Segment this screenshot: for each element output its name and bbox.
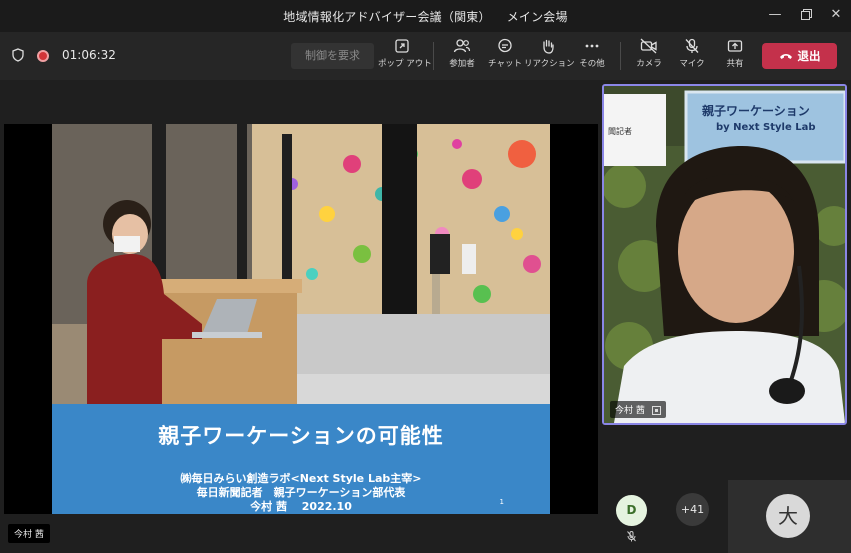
maximize-button[interactable] [792,4,820,26]
slide-author-date: 今村 茜 2022.10 [250,500,352,513]
shield-icon [12,48,24,62]
shared-screen: 親子ワーケーションの可能性 ㈱毎日みらい創造ラボ<Next Style Lab主… [4,124,598,514]
sign-subtext: by Next Style Lab [716,122,816,133]
more-button[interactable]: その他 [568,38,616,69]
slide-title-banner: 親子ワーケーションの可能性 ㈱毎日みらい創造ラボ<Next Style Lab主… [52,404,550,514]
presentation-slide: 親子ワーケーションの可能性 ㈱毎日みらい創造ラボ<Next Style Lab主… [52,124,550,514]
leave-button[interactable]: 退出 [762,43,837,69]
slide-page-number: 1 [499,498,504,506]
toolbar-divider [433,42,434,70]
share-label: 共有 [726,59,744,69]
popout-label: ポップ アウト [378,59,432,69]
meeting-stage: 親子ワーケーションの可能性 ㈱毎日みらい創造ラボ<Next Style Lab主… [0,80,851,553]
share-icon [727,40,743,52]
people-icon [453,39,471,53]
popout-icon [395,39,409,53]
mic-label: マイク [679,59,705,69]
chat-label: チャット [488,59,522,69]
slide-title: 親子ワーケーションの可能性 [158,424,444,448]
reactions-button[interactable]: リアクション [524,38,575,69]
reactions-label: リアクション [524,59,575,69]
restore-icon [800,9,812,20]
presenter-name-tag: 今村 茜 [610,401,666,418]
participants-button[interactable]: 参加者 [438,38,486,69]
window-title: 地域情報化アドバイザー会議（関東） メイン会場 [0,8,851,25]
chat-icon [498,38,512,53]
participant-avatar-d[interactable]: D [616,495,647,526]
paper-text: 聞記者 [608,127,632,136]
pin-icon [651,406,661,415]
meeting-room: メイン会場 [506,10,568,24]
close-button[interactable]: ✕ [822,4,850,26]
chat-button[interactable]: チャット [481,38,529,69]
minimize-button[interactable]: — [761,4,789,26]
participants-label: 参加者 [449,59,475,69]
more-icon [585,44,599,48]
mic-button[interactable]: マイク [668,38,716,69]
meeting-timer: 01:06:32 [62,48,116,62]
camera-button[interactable]: カメラ [625,38,673,69]
recording-icon [37,50,49,62]
meeting-toolbar: 01:06:32 制御を要求 ポップ アウト 参加者 チャット リアクション そ… [0,32,851,80]
toolbar-divider [620,42,621,70]
mic-off-icon [685,38,699,53]
share-button[interactable]: 共有 [711,38,759,69]
climbing-gym-photo [52,124,550,404]
phone-hangup-icon [779,53,792,59]
more-participants-button[interactable]: +41 [676,493,709,526]
presenter-video [604,86,845,423]
popout-button[interactable]: ポップ アウト [378,38,432,69]
mic-off-icon [627,531,636,542]
leave-label: 退出 [797,49,821,63]
sign-text: 親子ワーケーション [702,104,810,118]
camera-label: カメラ [636,59,662,69]
more-label: その他 [579,59,605,69]
meeting-title: 地域情報化アドバイザー会議（関東） [283,10,491,24]
title-bar: 地域情報化アドバイザー会議（関東） メイン会場 — ✕ [0,0,851,32]
sharer-name-tag: 今村 茜 [8,524,50,543]
presenter-name: 今村 茜 [615,406,645,416]
participant-avatar-large: 大 [766,494,810,538]
camera-off-icon [640,38,657,54]
presenter-video-tile[interactable]: 聞記者 親子ワーケーション by Next Style Lab 今村 茜 [602,84,847,425]
slide-photo [52,124,550,404]
request-control-button[interactable]: 制御を要求 [291,43,374,69]
hand-icon [543,39,554,54]
